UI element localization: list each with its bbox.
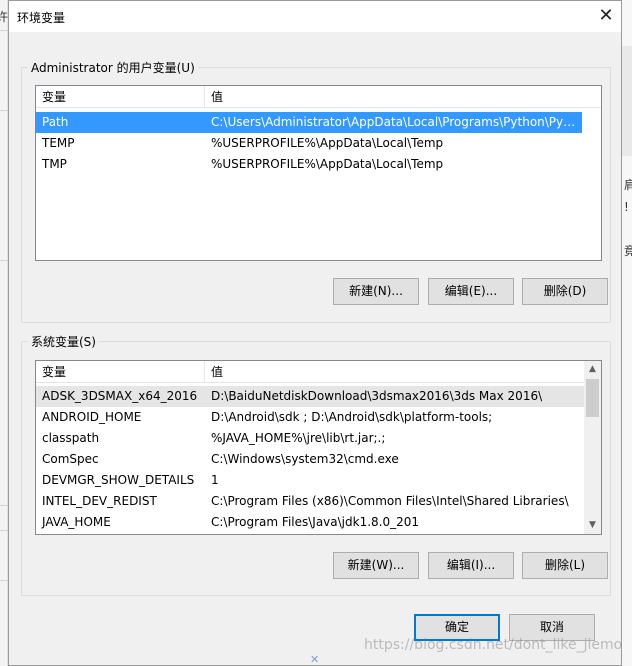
background-divider <box>0 530 8 531</box>
background-icon: ✕ <box>310 653 320 666</box>
table-row[interactable]: DEVMGR_SHOW_DETAILS 1 <box>36 470 584 491</box>
column-header-value[interactable]: 值 <box>205 86 223 108</box>
table-row[interactable]: JAVA_HOME C:\Program Files\Java\jdk1.8.0… <box>36 512 584 533</box>
scroll-down-icon[interactable]: ▼ <box>584 517 601 534</box>
user-edit-button[interactable]: 编辑(E)... <box>428 278 514 305</box>
variable-value: D:\BaiduNetdiskDownload\3dsmax2016\3ds M… <box>211 389 543 403</box>
variable-name: Path <box>42 115 69 129</box>
table-row[interactable]: TMP %USERPROFILE%\AppData\Local\Temp <box>36 154 582 175</box>
list-header: 变量 值 <box>36 86 601 108</box>
variable-value: %USERPROFILE%\AppData\Local\Temp <box>211 136 444 150</box>
system-variables-list[interactable]: 变量 值 ADSK_3DSMAX_x64_2016 D:\BaiduNetdis… <box>35 360 602 535</box>
background-divider <box>0 260 8 261</box>
variable-name: DEVMGR_SHOW_DETAILS <box>42 473 195 487</box>
table-row[interactable]: ComSpec C:\Windows\system32\cmd.exe <box>36 449 584 470</box>
user-new-button[interactable]: 新建(N)... <box>333 278 419 305</box>
vertical-scrollbar[interactable]: ▲ ▼ <box>584 361 601 534</box>
user-variables-label: Administrator 的用户变量(U) <box>28 59 198 76</box>
title-bar: 环境变量 ✕ <box>9 1 621 32</box>
table-row[interactable]: ADSK_3DSMAX_x64_2016 D:\BaiduNetdiskDown… <box>36 386 584 407</box>
system-variables-label: 系统变量(S) <box>28 333 99 350</box>
background-char: 肩 <box>624 178 632 192</box>
variable-name: ComSpec <box>42 452 99 466</box>
user-variables-group: Administrator 的用户变量(U) 变量 值 Path C:\User… <box>21 59 611 323</box>
environment-variables-dialog: 环境变量 ✕ Administrator 的用户变量(U) 变量 值 Path … <box>8 0 622 666</box>
background-window-left: 许 <box>0 0 8 666</box>
background-char: 许 <box>0 10 9 24</box>
close-button[interactable]: ✕ <box>591 1 621 31</box>
column-header-value[interactable]: 值 <box>205 361 223 383</box>
variable-name: TEMP <box>42 136 75 150</box>
table-row[interactable]: Path C:\Users\Administrator\AppData\Loca… <box>36 112 582 133</box>
variable-name: ADSK_3DSMAX_x64_2016 <box>42 389 198 403</box>
table-row[interactable]: ANDROID_HOME D:\Android\sdk ; D:\Android… <box>36 407 584 428</box>
user-variables-list[interactable]: 变量 值 Path C:\Users\Administrator\AppData… <box>35 85 602 261</box>
system-variables-group: 系统变量(S) 变量 值 ADSK_3DSMAX_x64_2016 D:\Bai… <box>21 333 611 596</box>
watermark: https://blog.csdn.net/dont_like_jiemo <box>364 637 623 653</box>
window-title: 环境变量 <box>17 11 66 25</box>
column-header-name[interactable]: 变量 <box>36 361 204 383</box>
variable-value: C:\Windows\system32\cmd.exe <box>211 452 399 466</box>
list-header: 变量 值 <box>36 361 601 383</box>
system-new-button[interactable]: 新建(W)... <box>333 552 419 579</box>
variable-name: classpath <box>42 431 100 445</box>
background-char: ! <box>624 200 629 214</box>
system-edit-button[interactable]: 编辑(I)... <box>428 552 514 579</box>
variable-value: C:\Program Files\Java\jdk1.8.0_201 <box>211 515 420 529</box>
variable-name: INTEL_DEV_REDIST <box>42 494 157 508</box>
variable-value: C:\Users\Administrator\AppData\Local\Pro… <box>211 115 579 129</box>
variable-value: 1 <box>211 473 219 487</box>
background-divider <box>0 30 8 31</box>
variable-name: JAVA_HOME <box>42 515 111 529</box>
background-window-panel <box>622 46 632 156</box>
column-header-name[interactable]: 变量 <box>36 86 204 108</box>
scroll-thumb[interactable] <box>586 379 599 417</box>
user-delete-button[interactable]: 删除(D) <box>522 278 608 305</box>
table-row[interactable]: classpath %JAVA_HOME%\jre\lib\rt.jar;.; <box>36 428 584 449</box>
variable-value: D:\Android\sdk ; D:\Android\sdk\platform… <box>211 410 493 424</box>
background-char: 竟 <box>624 244 632 258</box>
variable-name: ANDROID_HOME <box>42 410 142 424</box>
background-divider <box>0 580 8 581</box>
variable-name: TMP <box>42 157 67 171</box>
variable-value: %JAVA_HOME%\jre\lib\rt.jar;.; <box>211 431 386 445</box>
table-row[interactable]: INTEL_DEV_REDIST C:\Program Files (x86)\… <box>36 491 584 512</box>
scroll-up-icon[interactable]: ▲ <box>584 361 601 378</box>
table-row[interactable]: TEMP %USERPROFILE%\AppData\Local\Temp <box>36 133 582 154</box>
background-divider <box>0 505 8 506</box>
variable-value: C:\Program Files (x86)\Common Files\Inte… <box>211 494 569 508</box>
variable-value: %USERPROFILE%\AppData\Local\Temp <box>211 157 444 171</box>
system-delete-button[interactable]: 删除(L) <box>522 552 608 579</box>
background-divider <box>0 110 8 111</box>
